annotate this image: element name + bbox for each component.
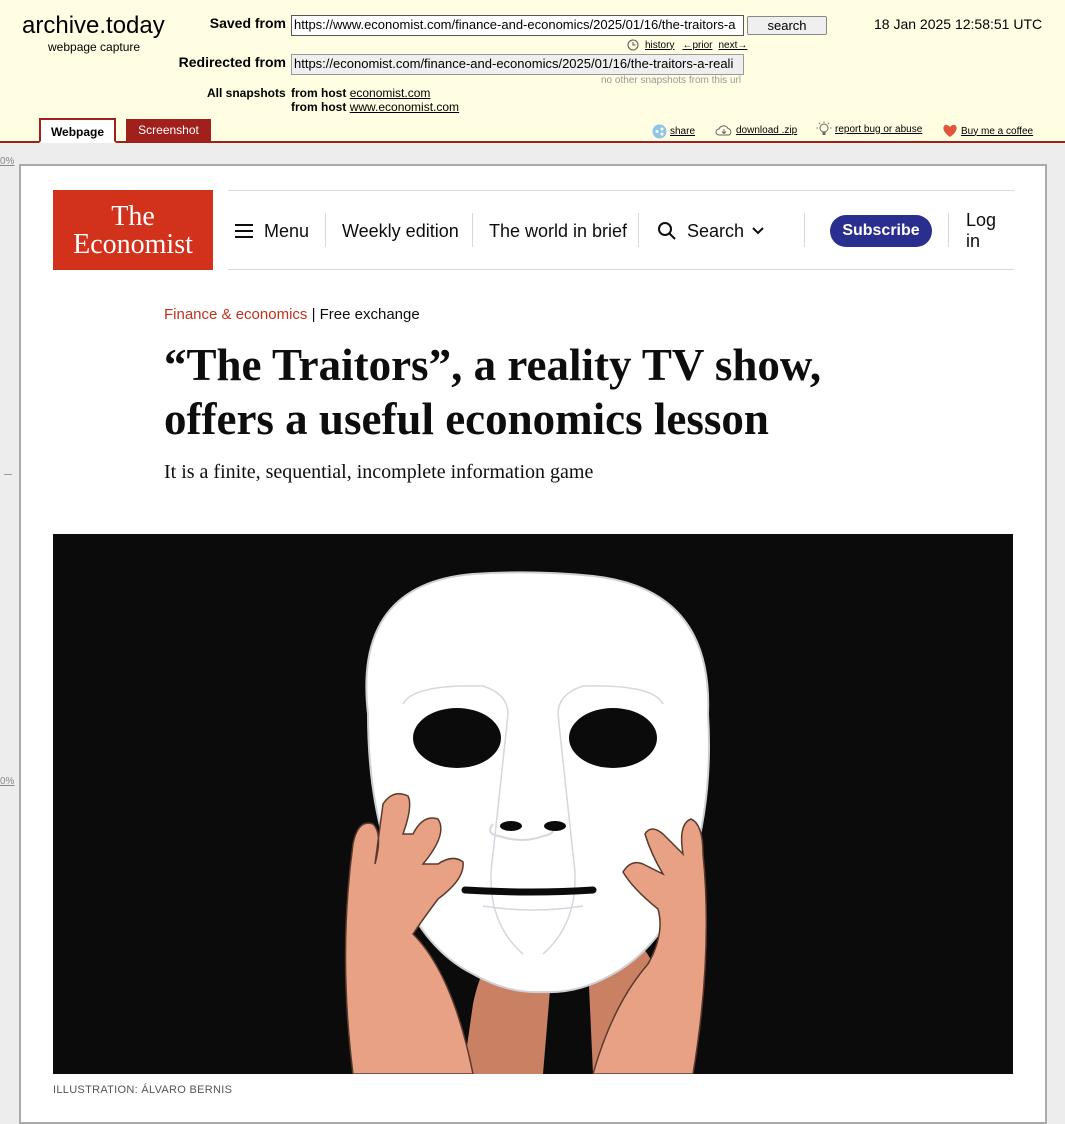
section-link[interactable]: Finance & economics bbox=[164, 306, 307, 323]
economist-logo[interactable]: The Economist bbox=[53, 190, 213, 270]
archive-logo[interactable]: archive.today bbox=[22, 12, 165, 40]
next-link[interactable]: next→ bbox=[718, 40, 747, 51]
share-icon bbox=[652, 124, 667, 139]
search-button[interactable]: Search bbox=[657, 215, 765, 247]
nav-divider bbox=[948, 213, 949, 247]
host-row-2: from host www.economist.com bbox=[291, 100, 459, 114]
coffee-label: Buy me a coffee bbox=[961, 125, 1034, 137]
heart-icon bbox=[943, 124, 957, 137]
search-button[interactable]: search bbox=[747, 16, 827, 35]
archived-page-frame: The Economist Menu Weekly edition The wo… bbox=[19, 164, 1047, 1124]
hero-illustration bbox=[53, 534, 1013, 1074]
subscribe-button[interactable]: Subscribe bbox=[830, 215, 932, 247]
economist-nav: Menu Weekly edition The world in brief S… bbox=[228, 190, 1014, 270]
from-host-label: from host bbox=[291, 100, 347, 114]
no-other-snapshots-note: no other snapshots from this url bbox=[601, 75, 742, 86]
nav-weekly-edition[interactable]: Weekly edition bbox=[342, 215, 459, 247]
host-link-www-economist[interactable]: www.economist.com bbox=[350, 100, 459, 114]
article-standfirst: It is a finite, sequential, incomplete i… bbox=[164, 461, 594, 483]
article-kicker: Finance & economics | Free exchange bbox=[164, 306, 420, 323]
clock-icon bbox=[627, 39, 639, 51]
kicker-separator: | bbox=[307, 306, 320, 323]
archive-logo-subtitle: webpage capture bbox=[48, 40, 141, 54]
gutter-percent-mid: 0% bbox=[0, 776, 15, 787]
image-caption: ILLUSTRATION: ÁLVARO BERNIS bbox=[53, 1084, 233, 1096]
download-tool[interactable]: download .zip bbox=[715, 124, 797, 137]
login-link[interactable]: Log in bbox=[966, 210, 1014, 251]
hamburger-icon bbox=[235, 224, 253, 238]
nav-divider bbox=[804, 213, 805, 247]
mask-illustration bbox=[53, 534, 1013, 1074]
search-label: Search bbox=[687, 220, 745, 241]
logo-line-1: The bbox=[111, 201, 155, 232]
prior-link[interactable]: ←prior bbox=[682, 40, 712, 51]
share-label: share bbox=[670, 126, 696, 137]
snapshot-nav: history ←prior next→ bbox=[627, 39, 747, 51]
chevron-down-icon bbox=[752, 227, 764, 235]
from-host-label: from host bbox=[291, 86, 347, 100]
tab-webpage[interactable]: Webpage bbox=[39, 118, 116, 143]
search-icon bbox=[658, 222, 676, 240]
column-name: Free exchange bbox=[319, 306, 420, 323]
report-tool[interactable]: report bug or abuse bbox=[816, 121, 922, 137]
share-tool[interactable]: share bbox=[652, 124, 695, 139]
menu-button[interactable]: Menu bbox=[235, 215, 309, 247]
report-label: report bug or abuse bbox=[835, 123, 923, 135]
logo-line-2: Economist bbox=[73, 229, 193, 260]
redirected-from-url-input[interactable]: https://economist.com/finance-and-econom… bbox=[291, 54, 744, 75]
redirected-from-label: Redirected from bbox=[178, 54, 286, 70]
cloud-download-icon bbox=[715, 125, 732, 136]
coffee-tool[interactable]: Buy me a coffee bbox=[942, 124, 1033, 138]
capture-timestamp: 18 Jan 2025 12:58:51 UTC bbox=[874, 16, 1043, 32]
menu-label: Menu bbox=[264, 220, 310, 241]
nav-divider bbox=[638, 213, 639, 247]
history-link[interactable]: history bbox=[645, 40, 674, 51]
saved-from-label: Saved from bbox=[209, 15, 286, 31]
tab-screenshot[interactable]: Screenshot bbox=[126, 119, 211, 142]
download-label: download .zip bbox=[736, 125, 798, 136]
gutter-tick bbox=[4, 474, 12, 475]
article-headline: “The Traitors”, a reality TV show, offer… bbox=[164, 340, 822, 444]
gutter-percent-top: 0% bbox=[0, 156, 15, 167]
nav-world-in-brief[interactable]: The world in brief bbox=[489, 215, 627, 247]
lightbulb-icon bbox=[816, 121, 832, 135]
saved-from-url-input[interactable]: https://www.economist.com/finance-and-ec… bbox=[291, 15, 744, 36]
archive-header: archive.today webpage capture Saved from… bbox=[0, 0, 1065, 143]
nav-divider bbox=[472, 213, 473, 247]
nav-divider bbox=[325, 213, 326, 247]
host-link-economist[interactable]: economist.com bbox=[350, 86, 431, 100]
host-row-1: from host economist.com bbox=[291, 86, 430, 100]
all-snapshots-label: All snapshots bbox=[207, 86, 286, 100]
